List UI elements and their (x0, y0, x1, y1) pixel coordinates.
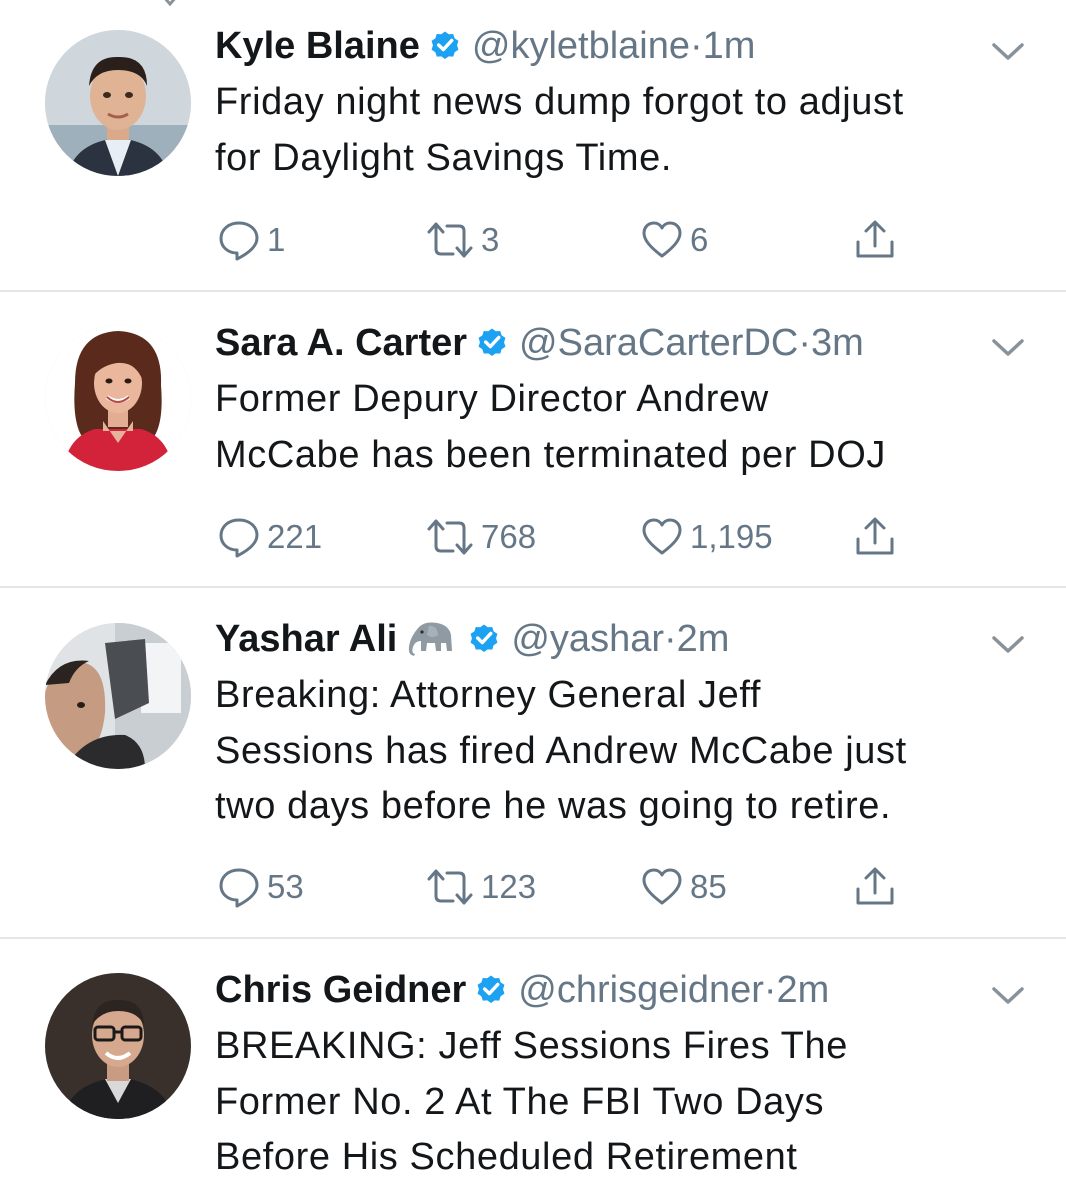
tweet-text: BREAKING: Jeff Sessions Fires The Former… (215, 1019, 1035, 1186)
tweet-header: Chris Geidner @chrisgeidner·2m (215, 964, 829, 1016)
tweet-text-line: Friday night news dump forgot to adjust (215, 81, 904, 123)
tweet-text-line: two days before he was going to retire. (215, 785, 892, 827)
divider (0, 586, 1066, 588)
share-button[interactable] (853, 515, 897, 559)
display-name[interactable]: Sara A. Carter (215, 322, 467, 364)
tweet-header: Kyle Blaine @kyletblaine·1m (215, 20, 755, 72)
tweet-text-line: Sessions has fired Andrew McCabe just (215, 729, 907, 772)
chevron-down-icon[interactable] (990, 633, 1026, 657)
separator-dot: · (798, 322, 812, 364)
retweet-button[interactable]: 123 (425, 865, 536, 909)
handle[interactable]: @SaraCarterDC (519, 322, 798, 364)
tweet-text-line: Breaking: Attorney General Jeff (215, 674, 761, 716)
share-upload-icon (856, 867, 894, 905)
like-count: 85 (690, 868, 727, 905)
divider (0, 290, 1066, 292)
handle[interactable]: @kyletblaine (472, 25, 690, 67)
retweet-arrows-icon (427, 869, 473, 905)
display-name[interactable]: Yashar Ali (215, 618, 397, 660)
share-upload-icon (856, 517, 894, 555)
chevron-down-icon[interactable] (990, 40, 1026, 64)
retweet-arrows-icon (427, 222, 473, 258)
partial-icon (164, 0, 176, 7)
verified-badge-icon (470, 624, 498, 653)
reply-button[interactable]: 221 (217, 515, 322, 559)
verified-badge-icon (478, 328, 506, 357)
avatar[interactable] (45, 30, 191, 176)
timestamp[interactable]: 2m (677, 618, 730, 660)
like-count: 6 (690, 221, 709, 258)
reply-count: 53 (267, 868, 304, 905)
like-button[interactable]: 85 (640, 865, 727, 909)
timestamp[interactable]: 1m (703, 25, 756, 67)
separator-dot: · (763, 969, 777, 1011)
previous-tweet-fragment (0, 0, 1066, 16)
tweet-text-line: Before His Scheduled Retirement (215, 1136, 798, 1178)
retweet-arrows-icon (427, 519, 473, 555)
avatar[interactable] (45, 325, 191, 471)
tweet-text-line: McCabe has been terminated per DOJ (215, 433, 886, 476)
verified-badge-icon (477, 975, 505, 1004)
avatar-photo (45, 325, 191, 471)
retweet-count: 3 (481, 221, 500, 258)
avatar[interactable] (45, 623, 191, 769)
tweet-text-line: for Daylight Savings Time. (215, 136, 672, 179)
like-count: 1,195 (690, 518, 773, 555)
reply-count: 221 (267, 518, 323, 555)
divider (0, 937, 1066, 939)
avatar-photo (45, 623, 191, 769)
display-name[interactable]: Chris Geidner (215, 969, 466, 1011)
avatar-photo (45, 973, 191, 1119)
separator-dot: · (690, 25, 703, 67)
retweet-button[interactable]: 3 (425, 218, 499, 262)
tweet-text: Breaking: Attorney General Jeff Sessions… (215, 668, 1035, 835)
retweet-count: 123 (481, 868, 537, 905)
reply-bubble-icon (219, 221, 259, 261)
avatar-photo (45, 30, 191, 176)
retweet-button[interactable]: 768 (425, 515, 536, 559)
heart-icon (642, 221, 682, 258)
timestamp[interactable]: 3m (811, 322, 864, 364)
tweet-header: Sara A. Carter @SaraCarterDC·3m (215, 317, 864, 369)
like-button[interactable]: 1,195 (640, 515, 773, 559)
reply-bubble-icon (219, 518, 259, 558)
tweet-text-line: Former Depury Director Andrew (215, 378, 769, 420)
share-button[interactable] (853, 218, 897, 262)
verified-badge-icon (431, 31, 459, 60)
avatar[interactable] (45, 973, 191, 1119)
retweet-count: 768 (481, 518, 537, 555)
tweet-text-line: Former No. 2 At The FBI Two Days (215, 1080, 825, 1123)
reply-count: 1 (267, 221, 286, 258)
tweet-text: Friday night news dump forgot to adjust … (215, 75, 1035, 186)
handle[interactable]: @chrisgeidner (518, 969, 764, 1011)
timestamp[interactable]: 2m (777, 969, 830, 1011)
chevron-down-icon[interactable] (990, 336, 1026, 360)
emoji-text: 🐘 (405, 617, 407, 618)
tweet-text: Former Depury Director Andrew McCabe has… (215, 372, 1035, 483)
separator-dot: · (664, 618, 677, 660)
heart-icon (642, 518, 682, 555)
tweet-text-line: BREAKING: Jeff Sessions Fires The (215, 1025, 848, 1067)
display-name[interactable]: Kyle Blaine (215, 25, 420, 67)
share-upload-icon (856, 220, 894, 258)
elephant-emoji-icon: 🐘 (405, 617, 453, 656)
tweet-header: Yashar Ali 🐘 @yashar·2m (215, 613, 729, 665)
reply-button[interactable]: 1 (217, 218, 285, 262)
handle[interactable]: @yashar (511, 618, 664, 660)
chevron-down-icon[interactable] (990, 984, 1026, 1008)
share-button[interactable] (853, 865, 897, 909)
reply-button[interactable]: 53 (217, 865, 304, 909)
like-button[interactable]: 6 (640, 218, 708, 262)
heart-icon (642, 868, 682, 905)
reply-bubble-icon (219, 868, 259, 908)
